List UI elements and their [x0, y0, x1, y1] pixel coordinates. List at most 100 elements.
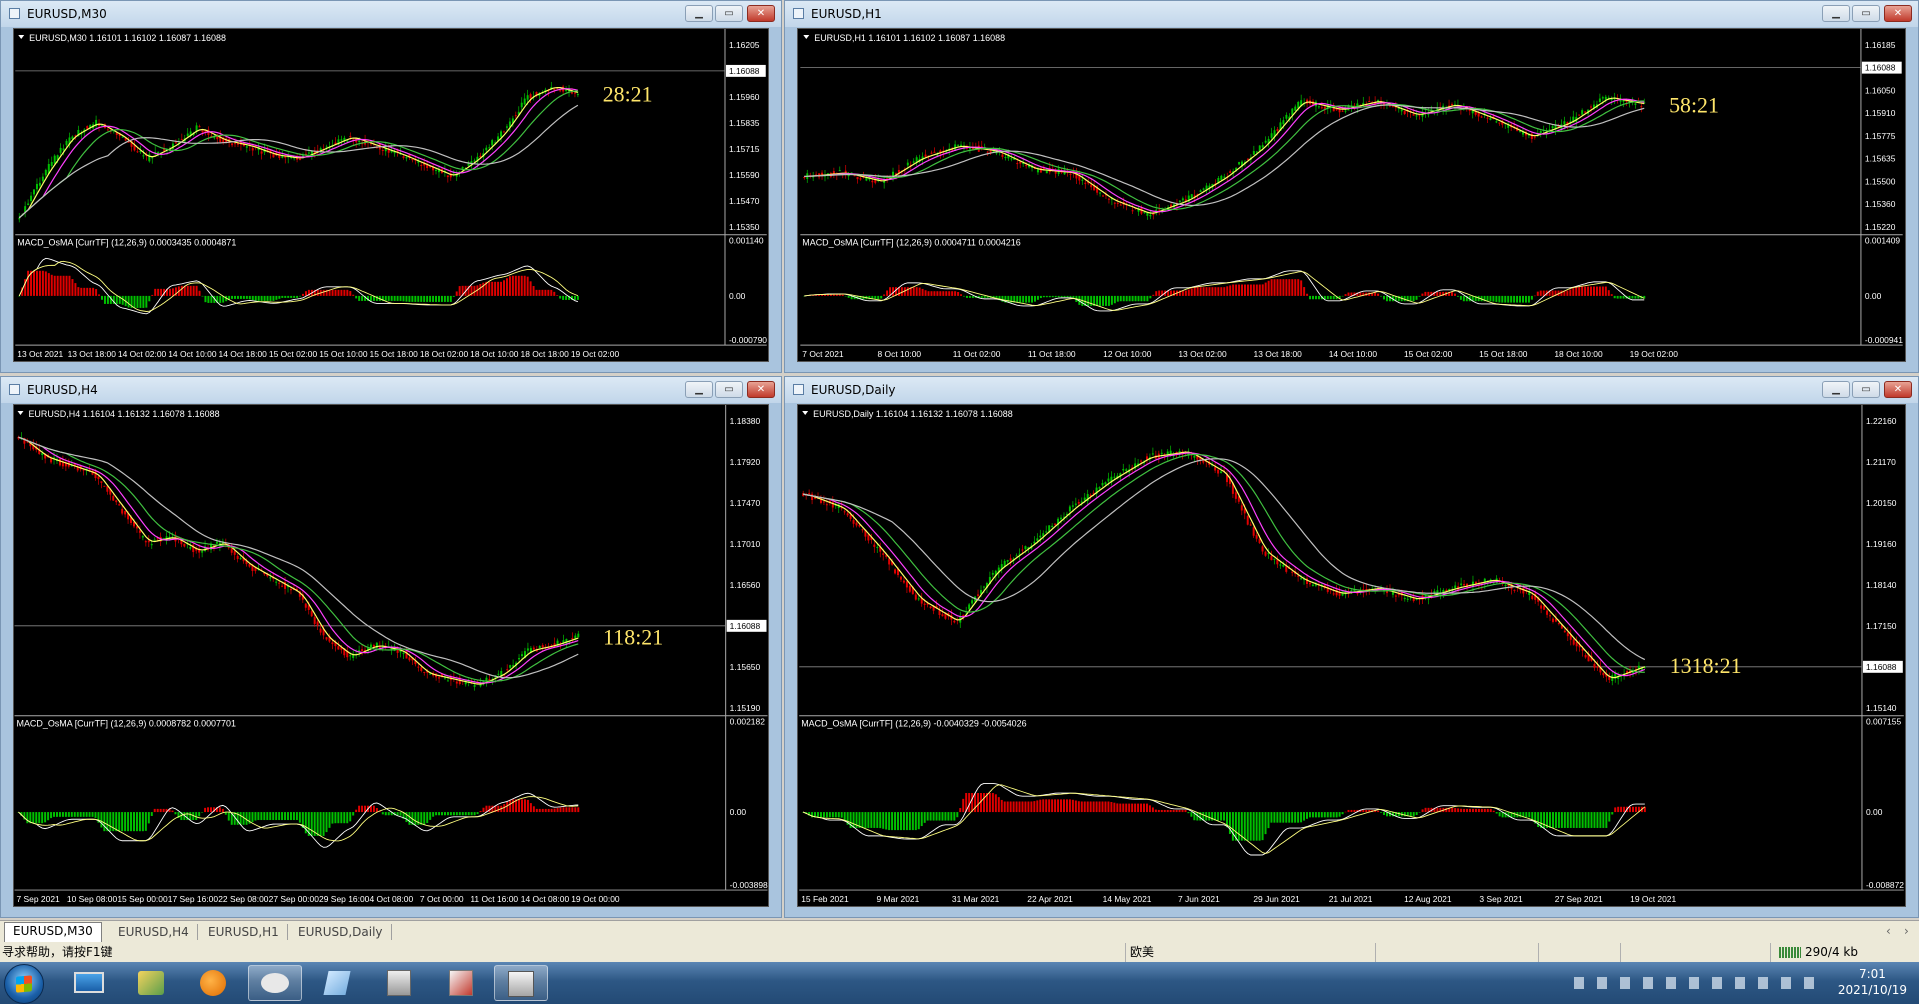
chart-window-daily[interactable]: EURUSD,Daily ▁ ▭ ✕ EURUSD,Daily 1.16104 … [784, 376, 1919, 918]
taskbar-control-panel[interactable] [124, 965, 178, 1001]
candle-body [461, 166, 464, 169]
close-button[interactable]: ✕ [1884, 381, 1912, 398]
histogram-bar [1418, 295, 1421, 297]
histogram-bar [1397, 812, 1400, 817]
chart-window-h4[interactable]: EURUSD,H4 ▁ ▭ ✕ EURUSD,H4 1.16104 1.1613… [0, 376, 782, 918]
tab-eurusd-h1[interactable]: EURUSD,H1 [200, 924, 288, 940]
candle-body [500, 131, 503, 137]
status-connection: 290/4 kb [1770, 943, 1919, 962]
date-tick-label: 15 Feb 2021 [801, 894, 849, 904]
histogram-bar [1596, 812, 1599, 828]
candle-body [372, 644, 375, 647]
taskbar-app-3[interactable] [372, 965, 426, 1001]
maximize-button[interactable]: ▭ [715, 381, 743, 398]
taskbar-browser[interactable] [186, 965, 240, 1001]
candle-body [58, 458, 61, 466]
tab-scroll-left-icon[interactable]: ‹ [1886, 924, 1891, 938]
histogram-bar [1608, 812, 1611, 822]
window-title: EURUSD,H4 [27, 383, 98, 397]
candle-body [1551, 618, 1554, 622]
candle-body [923, 603, 926, 605]
chart-plot-area[interactable]: EURUSD,M30 1.16101 1.16102 1.16087 1.160… [13, 28, 769, 362]
histogram-bar [547, 808, 550, 813]
histogram-bar [387, 295, 390, 301]
histogram-bar [1054, 295, 1057, 298]
histogram-bar [1039, 295, 1042, 299]
chart-plot-area[interactable]: EURUSD,Daily 1.16104 1.16132 1.16078 1.1… [797, 404, 1906, 907]
candle-body [1391, 106, 1394, 108]
candle-body [147, 540, 150, 543]
maximize-button[interactable]: ▭ [1852, 381, 1880, 398]
window-titlebar[interactable]: EURUSD,M30 ▁ ▭ ✕ [1, 1, 781, 27]
candle-body [1116, 202, 1119, 204]
histogram-bar [1024, 801, 1027, 813]
histogram-bar [414, 295, 417, 302]
candle-body [1495, 121, 1498, 123]
tray-icons[interactable] [1574, 977, 1824, 989]
candle-body [1178, 451, 1181, 453]
close-button[interactable]: ✕ [1884, 5, 1912, 22]
candle-body [1234, 492, 1237, 499]
minimize-button[interactable]: ▁ [1822, 381, 1850, 398]
chart-plot-area[interactable]: EURUSD,H1 1.16101 1.16102 1.16087 1.1608… [797, 28, 1906, 362]
candle-body [520, 102, 523, 108]
candle-body [86, 126, 89, 129]
histogram-bar [573, 295, 576, 300]
window-titlebar[interactable]: EURUSD,Daily ▁ ▭ ✕ [785, 377, 1918, 403]
minimize-button[interactable]: ▁ [685, 5, 713, 22]
minimize-button[interactable]: ▁ [1822, 5, 1850, 22]
candle-body [1107, 478, 1110, 482]
histogram-bar [1033, 801, 1036, 813]
taskbar-app-4[interactable] [434, 965, 488, 1001]
histogram-bar [905, 812, 908, 831]
chart-window-m30[interactable]: EURUSD,M30 ▁ ▭ ✕ EURUSD,M30 1.16101 1.16… [0, 0, 782, 373]
date-tick-label: 22 Sep 08:00 [218, 894, 269, 904]
histogram-bar [1617, 806, 1620, 813]
candle-body [1608, 676, 1611, 680]
histogram-bar [926, 812, 929, 821]
candle-body [1045, 531, 1048, 533]
taskbar-app-2[interactable] [310, 965, 364, 1001]
histogram-bar [529, 803, 532, 813]
candle-body [325, 637, 328, 640]
candle-body [27, 203, 30, 205]
candle-body [873, 544, 876, 547]
histogram-bar [67, 812, 70, 817]
close-button[interactable]: ✕ [747, 5, 775, 22]
histogram-bar [1619, 295, 1622, 299]
chart-plot-area[interactable]: EURUSD,H4 1.16104 1.16132 1.16078 1.1608… [13, 404, 769, 907]
histogram-bar [482, 807, 485, 813]
histogram-bar [1009, 801, 1012, 813]
minimize-button[interactable]: ▁ [685, 381, 713, 398]
start-button[interactable] [4, 964, 44, 1004]
maximize-button[interactable]: ▭ [1852, 5, 1880, 22]
histogram-bar [293, 295, 296, 298]
price-tick-label: 1.17010 [730, 539, 761, 549]
histogram-bar [1134, 803, 1137, 813]
status-cell-empty-2 [1538, 943, 1619, 962]
histogram-bar [195, 812, 198, 821]
histogram-bar [1382, 295, 1385, 300]
histogram-bar [121, 812, 124, 832]
close-button[interactable]: ✕ [747, 381, 775, 398]
candle-body [1273, 558, 1276, 560]
candle-body [1025, 164, 1028, 166]
chart-window-h1[interactable]: EURUSD,H1 ▁ ▭ ✕ EURUSD,H1 1.16101 1.1610… [784, 0, 1919, 373]
tab-scroll-right-icon[interactable]: › [1904, 924, 1909, 938]
taskbar-app-5[interactable] [494, 965, 548, 1001]
window-titlebar[interactable]: EURUSD,H1 ▁ ▭ ✕ [785, 1, 1918, 27]
clock[interactable]: 7:01 2021/10/19 [1838, 966, 1907, 998]
maximize-button[interactable]: ▭ [715, 5, 743, 22]
candle-body [1069, 173, 1072, 175]
histogram-bar [559, 295, 562, 299]
window-titlebar[interactable]: EURUSD,H4 ▁ ▭ ✕ [1, 377, 781, 403]
tab-eurusd-daily[interactable]: EURUSD,Daily [290, 924, 392, 940]
taskbar-show-desktop[interactable] [62, 965, 116, 1001]
histogram-bar [1463, 808, 1466, 813]
taskbar-wechat[interactable] [248, 965, 302, 1001]
tab-eurusd-h4[interactable]: EURUSD,H4 [110, 924, 198, 940]
tab-eurusd-m30[interactable]: EURUSD,M30 [4, 922, 102, 942]
histogram-bar [1169, 809, 1172, 813]
histogram-bar [1143, 295, 1146, 302]
histogram-bar [1149, 295, 1152, 299]
